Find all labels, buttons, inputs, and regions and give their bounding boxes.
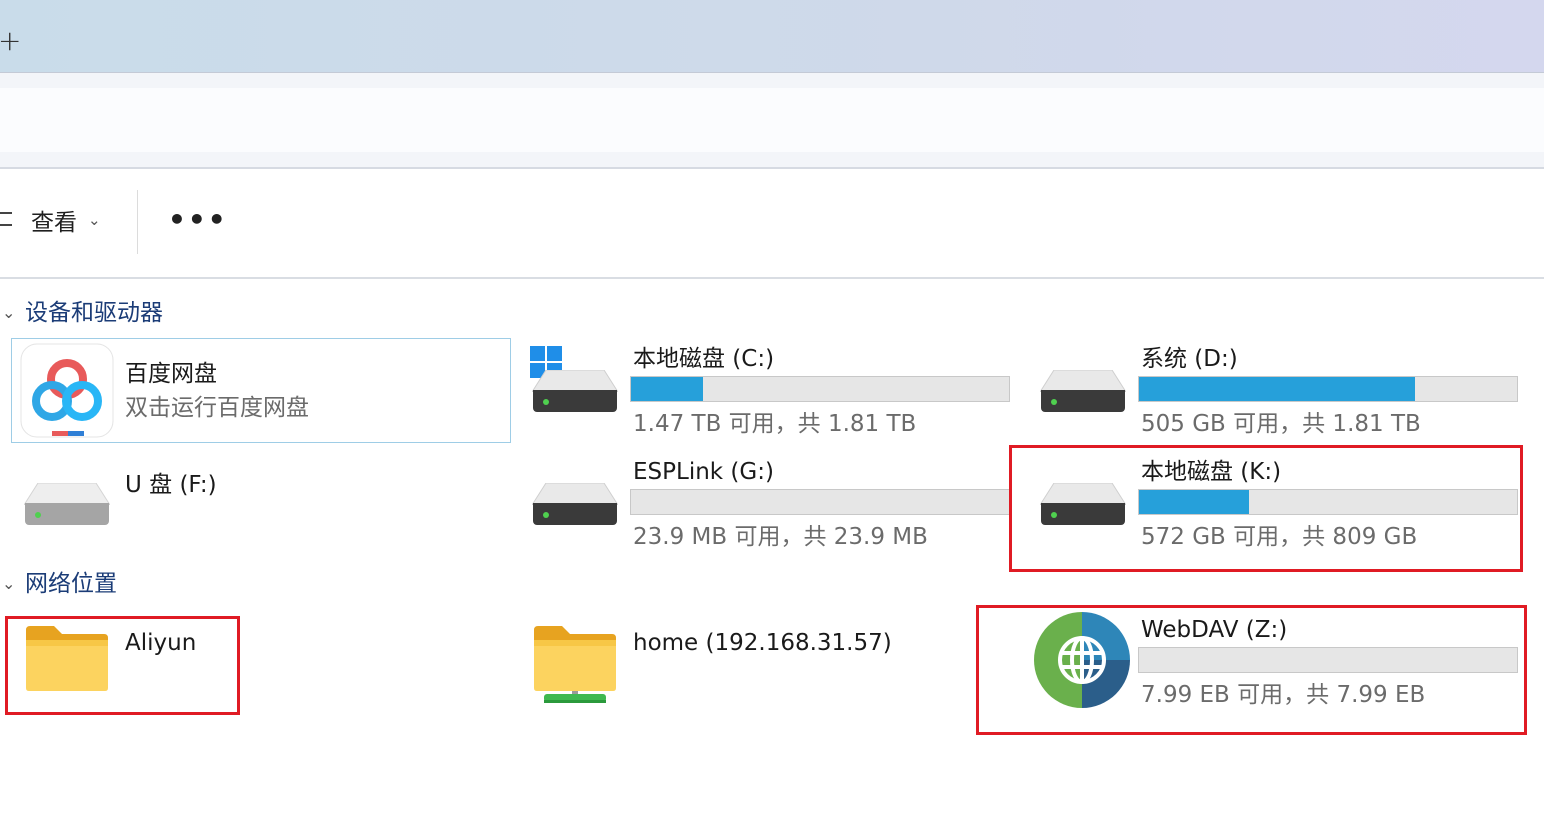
item-name: ESPLink (G:) <box>633 459 774 485</box>
baidu-netdisk-icon <box>20 343 114 438</box>
new-tab-button[interactable]: + <box>0 26 21 56</box>
item-name: home (192.168.31.57) <box>633 630 892 656</box>
command-toolbar <box>0 169 1544 279</box>
hard-drive-icon <box>24 483 110 529</box>
hard-drive-icon <box>1040 370 1126 416</box>
storage-bar <box>630 489 1010 515</box>
item-name: 百度网盘 <box>125 361 217 387</box>
item-name: U 盘 (F:) <box>125 472 217 498</box>
address-bar[interactable] <box>0 88 1544 152</box>
storage-bar-fill <box>1139 377 1415 401</box>
toolbar-separator <box>137 190 138 254</box>
item-name: 系统 (D:) <box>1141 346 1238 372</box>
view-layout-icon <box>0 212 12 226</box>
highlight-box <box>5 616 240 715</box>
network-folder-icon <box>532 624 618 704</box>
chevron-down-icon[interactable]: ⌄ <box>2 298 15 328</box>
group-header-devices[interactable]: 设备和驱动器 <box>25 298 163 328</box>
title-tab-bar <box>0 0 1544 73</box>
more-options-button[interactable]: ••• <box>168 205 228 235</box>
hard-drive-icon <box>532 483 618 529</box>
highlight-box <box>976 605 1527 735</box>
storage-bar-fill <box>631 377 703 401</box>
hard-drive-icon <box>532 370 618 416</box>
storage-bar <box>630 376 1010 402</box>
item-name: 本地磁盘 (C:) <box>633 346 775 372</box>
storage-bar <box>1138 376 1518 402</box>
storage-text: 23.9 MB 可用，共 23.9 MB <box>633 524 928 550</box>
chevron-down-icon[interactable]: ⌄ <box>2 569 15 599</box>
chevron-down-icon[interactable]: ⌄ <box>88 211 101 229</box>
storage-text: 505 GB 可用，共 1.81 TB <box>1141 411 1421 437</box>
storage-text: 1.47 TB 可用，共 1.81 TB <box>633 411 917 437</box>
item-subtitle: 双击运行百度网盘 <box>125 395 309 421</box>
highlight-box <box>1009 445 1523 572</box>
group-header-network[interactable]: 网络位置 <box>25 569 117 599</box>
view-menu-button[interactable]: 查看 <box>31 208 77 238</box>
